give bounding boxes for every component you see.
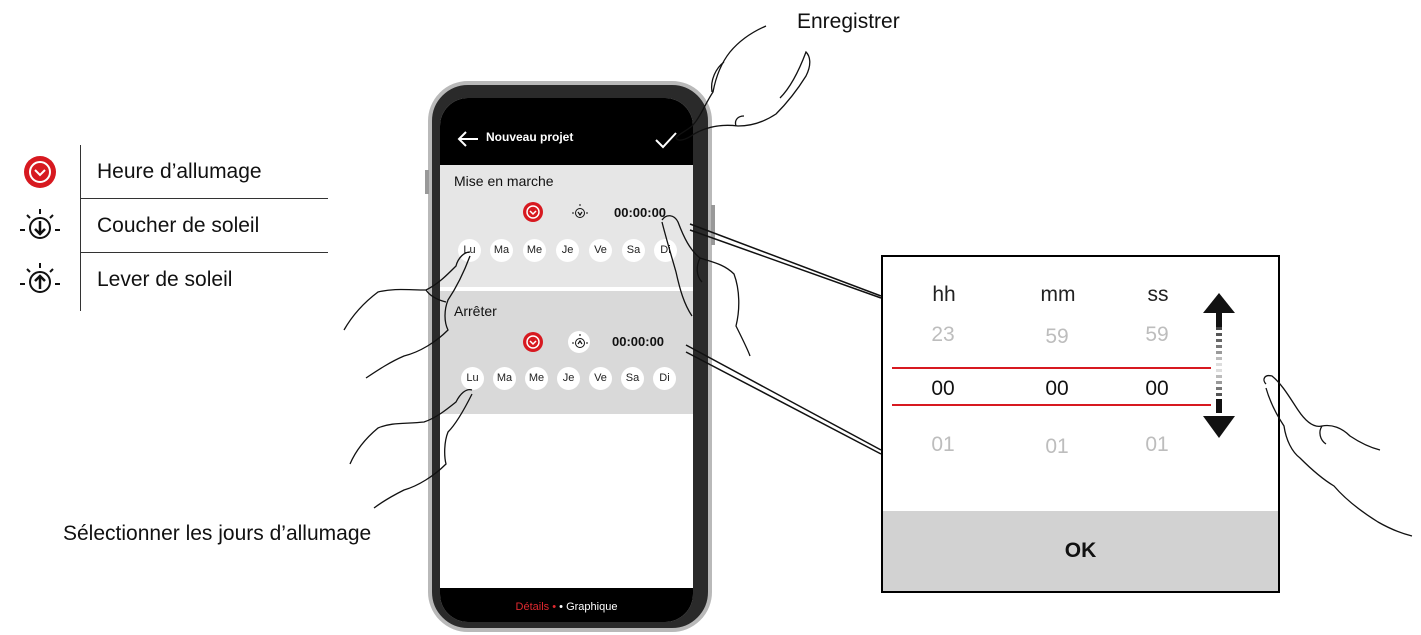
hand-illustration — [343, 251, 471, 379]
hand-illustration — [661, 215, 751, 357]
hand-illustration — [1263, 374, 1413, 537]
leader-lines — [685, 223, 882, 455]
illustration-overlay — [343, 25, 1413, 537]
hand-illustration — [349, 388, 473, 509]
hand-illustration — [675, 25, 811, 141]
